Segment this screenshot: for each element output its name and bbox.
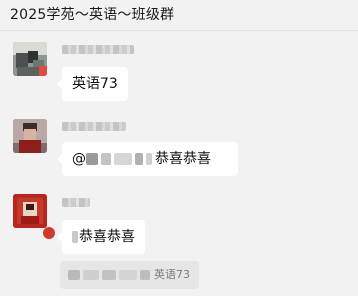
mention-name-redacted	[146, 153, 152, 165]
quote-sender-redacted	[102, 270, 116, 280]
quote-sender-redacted	[83, 270, 99, 280]
bubble-redacted	[72, 231, 78, 243]
avatar[interactable]	[13, 194, 47, 228]
avatar-image	[13, 42, 47, 76]
sender-name	[62, 45, 134, 54]
message-bubble[interactable]: @ 恭喜恭喜	[57, 142, 238, 176]
sender-name	[62, 198, 90, 207]
avatar[interactable]	[13, 42, 47, 76]
avatar-image	[13, 119, 47, 153]
message-text: 英语73	[72, 76, 118, 92]
avatar-image	[13, 194, 47, 228]
mention-prefix: @	[72, 151, 86, 167]
group-title: 2025学苑～英语～班级群	[10, 7, 175, 23]
mention-name-redacted	[86, 153, 98, 165]
avatar[interactable]	[13, 119, 47, 153]
message-bubble[interactable]: 恭喜恭喜	[57, 220, 145, 254]
quote-text: 英语73	[154, 268, 190, 281]
chat-window: 2025学苑～英语～班级群 英语73 @ 恭喜恭喜 恭喜恭喜 英语73	[0, 0, 358, 296]
mention-name-redacted	[101, 153, 111, 165]
mention-name-redacted	[135, 153, 143, 165]
message-bubble[interactable]: 英语73	[57, 67, 128, 101]
quote-sender-redacted	[140, 270, 150, 280]
avatar-badge	[43, 227, 55, 239]
quote-sender-redacted	[68, 270, 80, 280]
message-text: 恭喜恭喜	[79, 229, 135, 245]
message-text: 恭喜恭喜	[155, 151, 211, 167]
chat-header: 2025学苑～英语～班级群	[0, 0, 358, 31]
sender-name	[62, 122, 126, 131]
quoted-message[interactable]: 英语73	[60, 261, 199, 289]
quote-sender-redacted	[119, 270, 137, 280]
mention-name-redacted	[114, 153, 132, 165]
